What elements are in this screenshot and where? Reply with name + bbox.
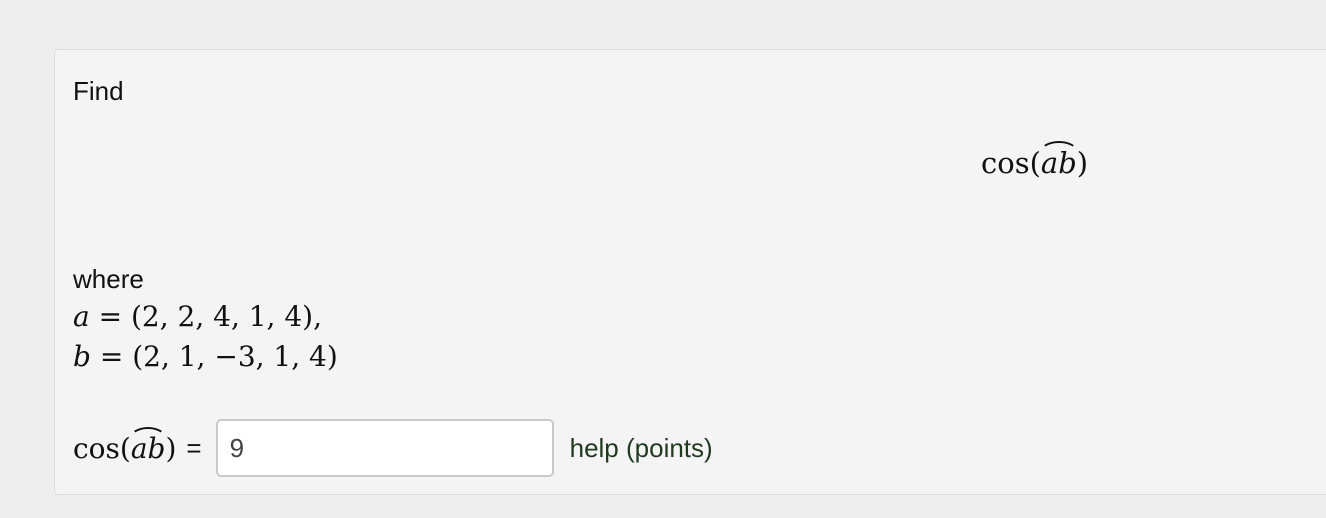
display-cos: cos bbox=[981, 146, 1030, 180]
display-arc-ab: ab bbox=[1039, 141, 1078, 180]
where-label: where bbox=[73, 264, 144, 294]
vector-a-definition: a = (2, 2, 4, 1, 4), bbox=[73, 300, 322, 333]
vector-b-components: (2, 1, −3, 1, 4) bbox=[132, 340, 338, 373]
vector-a-components: (2, 2, 4, 1, 4), bbox=[130, 300, 322, 333]
vector-a-name: a bbox=[73, 300, 90, 333]
display-close-paren: ) bbox=[1076, 146, 1089, 180]
vector-b-definition: b = (2, 1, −3, 1, 4) bbox=[73, 340, 338, 373]
help-points-link[interactable]: help (points) bbox=[570, 433, 713, 464]
display-expression: cos(ab) bbox=[981, 141, 1089, 180]
vector-b-name: b bbox=[73, 340, 91, 373]
find-label: Find bbox=[73, 76, 124, 106]
vector-a-equals: = bbox=[89, 300, 131, 333]
problem-card: Find cos(ab) where a = (2, 2, 4, 1, 4), … bbox=[54, 49, 1326, 495]
answer-cos: cos bbox=[73, 431, 120, 465]
vector-b-equals: = bbox=[90, 340, 133, 373]
answer-row: cos(ab) = help (points) bbox=[73, 418, 713, 478]
answer-close-paren: ) bbox=[165, 431, 177, 465]
answer-input[interactable] bbox=[215, 419, 554, 477]
answer-label: cos(ab) bbox=[73, 426, 177, 465]
answer-equals: = bbox=[186, 432, 202, 463]
answer-arc-ab: ab bbox=[129, 426, 167, 465]
